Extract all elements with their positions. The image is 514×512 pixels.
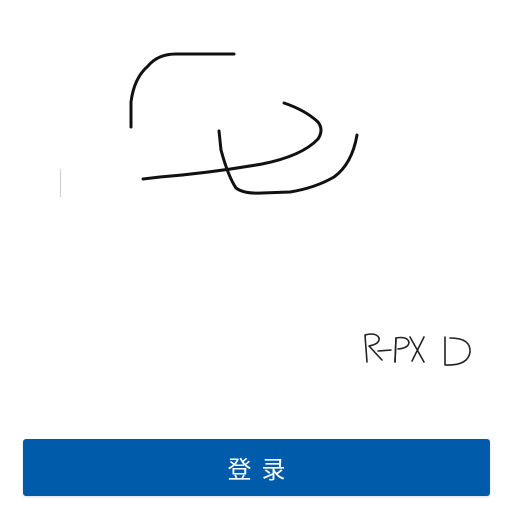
captcha-image[interactable] bbox=[358, 326, 482, 376]
sketch-stroke-swoosh bbox=[141, 101, 323, 181]
login-button[interactable]: 登录 bbox=[23, 439, 490, 496]
sketch-stroke-hook bbox=[217, 129, 359, 195]
text-cursor bbox=[60, 169, 61, 197]
sketch-stroke-arc bbox=[129, 52, 236, 129]
drawing-canvas[interactable] bbox=[0, 0, 514, 300]
